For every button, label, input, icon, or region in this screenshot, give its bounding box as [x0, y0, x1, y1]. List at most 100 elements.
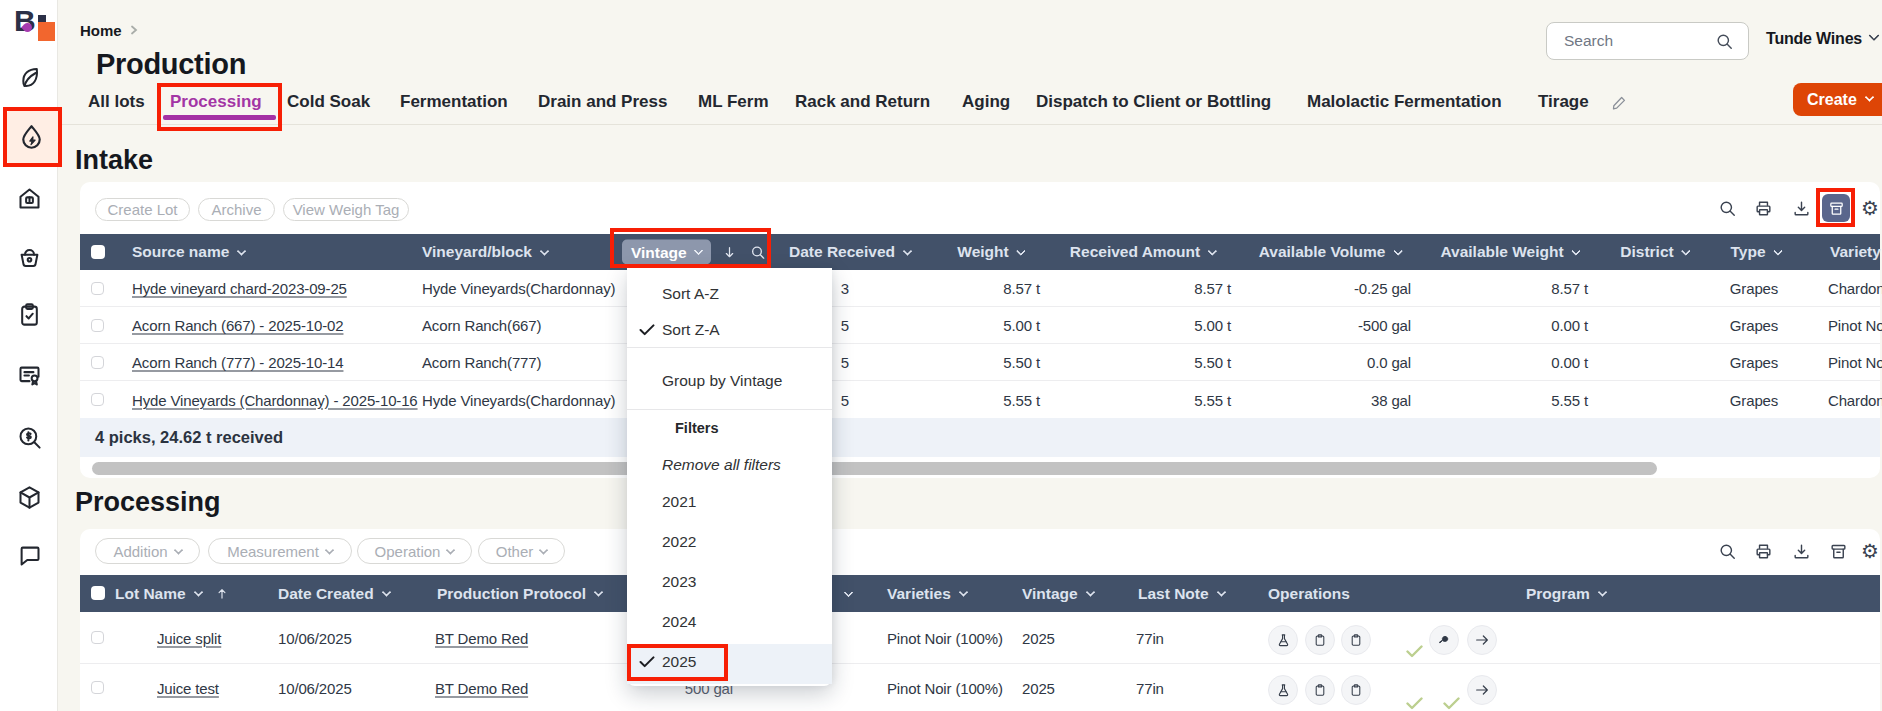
- row-checkbox[interactable]: [91, 356, 104, 369]
- other-button[interactable]: Other: [478, 538, 565, 564]
- protocol-link[interactable]: BT Demo Red: [435, 679, 528, 696]
- arrow-right-icon-button[interactable]: [1467, 675, 1497, 705]
- processing-col-last-note[interactable]: Last Note: [1138, 585, 1225, 603]
- clipboard-check-icon[interactable]: [16, 301, 43, 328]
- processing-print-icon[interactable]: [1754, 542, 1773, 561]
- processing-col-program[interactable]: Program: [1526, 585, 1606, 603]
- row-checkbox[interactable]: [91, 393, 104, 406]
- create-button[interactable]: Create: [1793, 83, 1882, 116]
- operation-button[interactable]: Operation: [357, 538, 472, 564]
- account-menu[interactable]: Tunde Wines: [1766, 30, 1862, 48]
- source-link[interactable]: Acorn Ranch (777) - 2025-10-14: [132, 354, 343, 371]
- intake-header-checkbox[interactable]: [91, 245, 105, 259]
- lot-link[interactable]: Juice split: [157, 629, 221, 646]
- addition-button[interactable]: Addition: [95, 538, 200, 564]
- row-checkbox[interactable]: [91, 681, 104, 694]
- archive-button[interactable]: Archive: [198, 198, 275, 221]
- basket-icon[interactable]: [16, 244, 43, 271]
- measurement-button[interactable]: Measurement: [208, 538, 352, 564]
- intake-table-header: Source name Vineyard/block Vintage Date …: [80, 234, 1880, 270]
- processing-download-icon[interactable]: [1792, 542, 1811, 561]
- intake-download-icon[interactable]: [1792, 199, 1811, 218]
- processing-header-checkbox[interactable]: [91, 586, 105, 600]
- intake-col-type[interactable]: Type: [1730, 243, 1781, 261]
- tab-malolactic[interactable]: Malolactic Fermentation: [1307, 92, 1502, 112]
- processing-search-icon[interactable]: [1718, 542, 1737, 561]
- processing-archive-icon[interactable]: [1829, 542, 1848, 561]
- arrow-right-icon-button[interactable]: [1467, 625, 1497, 655]
- flask-icon-button[interactable]: [1268, 675, 1298, 705]
- intake-settings-gear-icon[interactable]: ⚙: [1861, 198, 1879, 218]
- protocol-link[interactable]: BT Demo Red: [435, 629, 528, 646]
- intake-search-icon[interactable]: [1718, 199, 1737, 218]
- tab-aging[interactable]: Aging: [962, 92, 1010, 112]
- sort-asc-arrow-icon: [215, 587, 229, 601]
- tab-cold-soak[interactable]: Cold Soak: [287, 92, 370, 112]
- intake-col-available-weight[interactable]: Available Weight: [1440, 243, 1579, 261]
- source-link[interactable]: Hyde vineyard chard-2023-09-25: [132, 280, 347, 297]
- tab-all-lots[interactable]: All lots: [88, 92, 145, 112]
- menu-item-year-2023[interactable]: 2023: [662, 573, 696, 591]
- search-box[interactable]: Search: [1546, 22, 1749, 60]
- intake-col-weight[interactable]: Weight: [957, 243, 1024, 261]
- warehouse-icon[interactable]: [16, 185, 43, 212]
- processing-col-production-protocol[interactable]: Production Protocol: [437, 585, 602, 603]
- clipboard-icon-button[interactable]: [1305, 625, 1335, 655]
- intake-hscrollbar[interactable]: [92, 462, 1657, 475]
- intake-col-available-volume[interactable]: Available Volume: [1259, 243, 1402, 261]
- breadcrumb[interactable]: Home: [80, 22, 122, 39]
- clipboard-icon-button[interactable]: [1305, 675, 1335, 705]
- processing-col-volume-chevron[interactable]: [845, 590, 852, 597]
- tab-fermentation[interactable]: Fermentation: [400, 92, 508, 112]
- intake-col-source-name[interactable]: Source name: [132, 243, 245, 261]
- intake-col-variety[interactable]: Variety: [1830, 243, 1882, 261]
- source-link[interactable]: Acorn Ranch (667) - 2025-10-02: [132, 317, 343, 334]
- menu-item-year-2022[interactable]: 2022: [662, 533, 696, 551]
- annotation-box-sidebar-production: [3, 107, 62, 167]
- tab-ml-ferm[interactable]: ML Ferm: [698, 92, 769, 112]
- menu-item-year-2021[interactable]: 2021: [662, 493, 696, 511]
- intake-col-received-amount[interactable]: Received Amount: [1070, 243, 1216, 261]
- clipboard-icon-button[interactable]: [1341, 675, 1371, 705]
- lot-link[interactable]: Juice test: [157, 679, 219, 696]
- tab-dispatch[interactable]: Dispatch to Client or Bottling: [1036, 92, 1271, 112]
- intake-col-date-received[interactable]: Date Received: [789, 243, 911, 261]
- leaf-icon[interactable]: [16, 64, 43, 91]
- menu-item-group-by-vintage[interactable]: Group by Vintage: [662, 372, 782, 390]
- menu-item-remove-all-filters[interactable]: Remove all filters: [662, 456, 781, 474]
- processing-col-vintage[interactable]: Vintage: [1022, 585, 1094, 603]
- wine-sample-icon-button[interactable]: [1429, 625, 1459, 655]
- view-weigh-tag-button[interactable]: View Weigh Tag: [283, 198, 409, 221]
- menu-item-year-2024[interactable]: 2024: [662, 613, 696, 631]
- menu-item-sort-az[interactable]: Sort A-Z: [662, 285, 719, 303]
- create-lot-button[interactable]: Create Lot: [95, 198, 190, 221]
- intake-col-district[interactable]: District: [1620, 243, 1689, 261]
- certificate-icon[interactable]: [16, 362, 43, 389]
- row-checkbox[interactable]: [91, 282, 104, 295]
- intake-print-icon[interactable]: [1754, 199, 1773, 218]
- flask-icon-button[interactable]: [1268, 625, 1298, 655]
- source-link[interactable]: Hyde Vineyards (Chardonnay) - 2025-10-16: [132, 391, 418, 408]
- row-checkbox[interactable]: [91, 631, 104, 644]
- tab-tirage[interactable]: Tirage: [1538, 92, 1589, 112]
- edit-tabs-pencil-icon[interactable]: [1611, 94, 1628, 111]
- processing-settings-gear-icon[interactable]: ⚙: [1861, 541, 1879, 561]
- app-logo[interactable]: B: [14, 10, 58, 44]
- chat-icon[interactable]: [16, 542, 43, 569]
- green-check-icon: [1443, 697, 1460, 710]
- processing-col-varieties[interactable]: Varieties: [887, 585, 967, 603]
- row-checkbox[interactable]: [91, 319, 104, 332]
- check-icon: [639, 324, 655, 336]
- search-dollar-icon[interactable]: [16, 424, 43, 451]
- clipboard-icon-button[interactable]: [1341, 625, 1371, 655]
- processing-col-lot-name[interactable]: Lot Name: [115, 585, 229, 603]
- tab-drain-and-press[interactable]: Drain and Press: [538, 92, 667, 112]
- processing-col-date-created[interactable]: Date Created: [278, 585, 390, 603]
- processing-col-operations[interactable]: Operations: [1268, 585, 1350, 603]
- account-chevron-icon: [1868, 30, 1879, 41]
- package-icon[interactable]: [16, 484, 43, 511]
- menu-item-sort-za[interactable]: Sort Z-A: [662, 321, 720, 339]
- intake-col-vineyard-block[interactable]: Vineyard/block: [422, 243, 548, 261]
- vintage-dropdown-menu: Sort A-Z Sort Z-A Group by Vintage Filte…: [627, 268, 832, 686]
- tab-rack-and-return[interactable]: Rack and Return: [795, 92, 930, 112]
